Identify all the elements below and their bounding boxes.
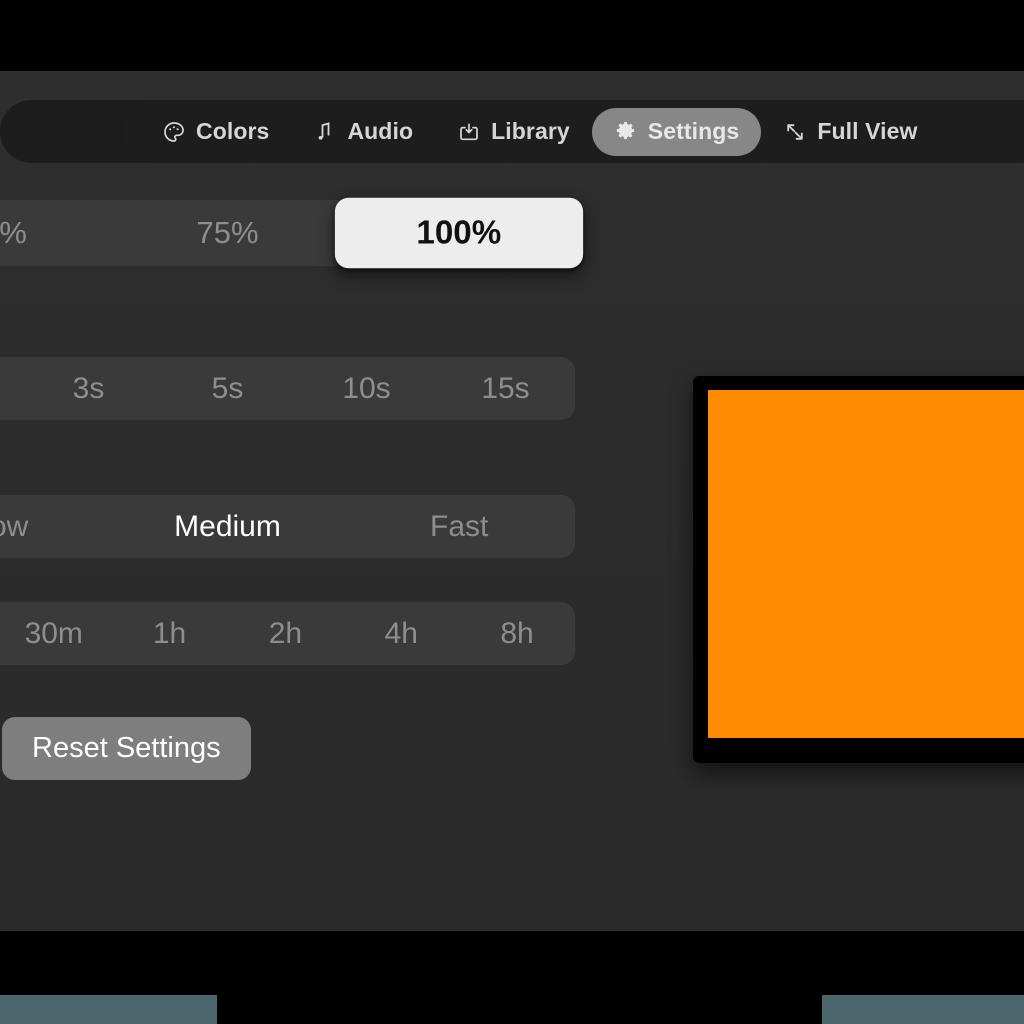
duration-label: Duration xyxy=(0,318,575,346)
toolbar-item-label: Full View xyxy=(817,118,917,145)
top-letterbox xyxy=(0,0,1024,71)
interval-option-1h[interactable]: 1h xyxy=(112,602,228,665)
interval-segmented-control[interactable]: 15m 30m 1h 2h 4h 8h xyxy=(0,602,575,665)
duration-option-10s[interactable]: 10s xyxy=(297,357,436,420)
bottom-bar-right xyxy=(822,995,1024,1024)
duration-option-1s[interactable]: 1s xyxy=(0,357,19,420)
duration-option-3s[interactable]: 3s xyxy=(19,357,158,420)
speed-option-medium[interactable]: Medium xyxy=(112,495,344,558)
interval-option-2h[interactable]: 2h xyxy=(227,602,343,665)
speed-option-slow[interactable]: Slow xyxy=(0,495,112,558)
interval-option-8h[interactable]: 8h xyxy=(459,602,575,665)
reset-row: Reset Settings xyxy=(2,717,575,780)
toolbar-item-label: Library xyxy=(491,118,570,145)
duration-option-15s[interactable]: 15s xyxy=(436,357,575,420)
interval-option-4h[interactable]: 4h xyxy=(343,602,459,665)
settings-panel: 50% 75% 100% Duration 1s 3s 5s 10s 15s S… xyxy=(0,200,575,780)
speed-segmented-control[interactable]: Slow Medium Fast xyxy=(0,495,575,558)
duration-option-5s[interactable]: 5s xyxy=(158,357,297,420)
top-toolbar: Colors Audio xyxy=(0,100,1024,163)
toolbar-item-label: Settings xyxy=(648,118,740,145)
speed-option-fast[interactable]: Fast xyxy=(343,495,575,558)
toolbar-item-library[interactable]: Library xyxy=(435,108,592,156)
gear-icon xyxy=(614,120,638,144)
zoom-option-50[interactable]: 50% xyxy=(0,200,112,266)
preview-color-swatch xyxy=(708,390,1024,738)
zoom-option-75[interactable]: 75% xyxy=(112,200,344,266)
toolbar-item-label: Colors xyxy=(196,118,269,145)
expand-arrows-icon xyxy=(783,120,807,144)
toolbar-item-colors[interactable]: Colors xyxy=(140,108,291,156)
preview-frame[interactable] xyxy=(693,376,1024,763)
toolbar-item-settings[interactable]: Settings xyxy=(592,108,762,156)
bottom-bar-left xyxy=(0,995,217,1024)
toolbar-items: Colors Audio xyxy=(0,100,940,163)
palette-icon xyxy=(162,120,186,144)
toolbar-item-label: Audio xyxy=(347,118,413,145)
speed-label: Speed xyxy=(0,456,575,484)
interval-option-30m[interactable]: 30m xyxy=(0,602,112,665)
screen-root: Colors Audio xyxy=(0,0,1024,1024)
toolbar-item-full-view[interactable]: Full View xyxy=(761,108,939,156)
music-note-icon xyxy=(313,120,337,144)
zoom-option-100[interactable]: 100% xyxy=(335,198,583,269)
toolbar-item-audio[interactable]: Audio xyxy=(291,108,435,156)
reset-settings-button[interactable]: Reset Settings xyxy=(2,717,251,780)
download-tray-icon xyxy=(457,120,481,144)
zoom-segmented-control[interactable]: 50% 75% 100% xyxy=(0,200,575,266)
duration-segmented-control[interactable]: 1s 3s 5s 10s 15s xyxy=(0,357,575,420)
